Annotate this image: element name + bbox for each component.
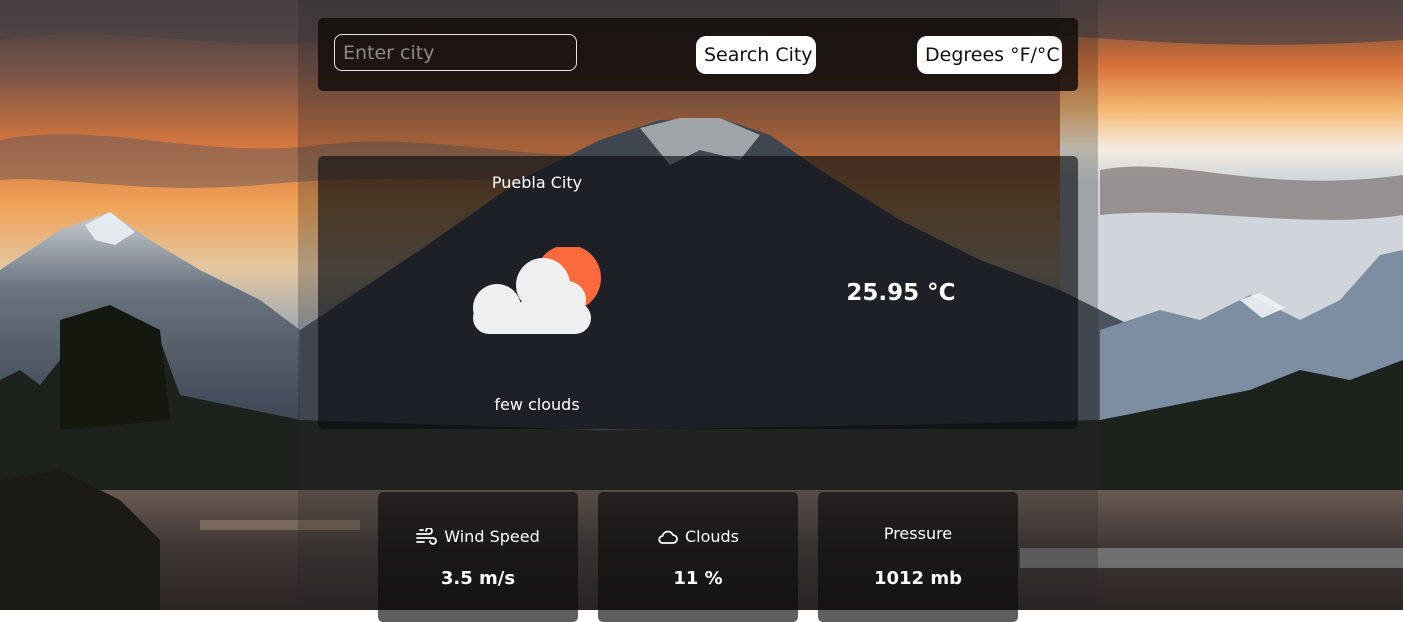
cloud-icon xyxy=(657,528,679,546)
current-weather-card: Puebla City few clouds 25.95 °C xyxy=(318,156,1078,429)
search-city-button[interactable]: Search City xyxy=(696,36,816,74)
city-name: Puebla City xyxy=(491,173,583,192)
few-clouds-icon xyxy=(470,245,602,337)
clouds-label-row: Clouds xyxy=(598,527,798,546)
clouds-label: Clouds xyxy=(684,527,740,546)
weather-description: few clouds xyxy=(494,395,580,414)
clouds-value: 11 % xyxy=(673,568,723,589)
pressure-label-row: Pressure xyxy=(818,524,1018,543)
search-bar: Search City Degrees °F/°C xyxy=(318,18,1078,91)
wind-speed-value: 3.5 m/s xyxy=(440,568,516,589)
pressure-value: 1012 mb xyxy=(873,568,962,589)
toggle-units-button[interactable]: Degrees °F/°C xyxy=(917,36,1062,74)
wind-speed-label-row: Wind Speed xyxy=(378,527,578,546)
wind-icon xyxy=(416,527,438,546)
clouds-card: Clouds 11 % xyxy=(598,492,798,622)
wind-speed-label: Wind Speed xyxy=(444,527,540,546)
wind-speed-card: Wind Speed 3.5 m/s xyxy=(378,492,578,622)
pressure-label: Pressure xyxy=(883,524,953,543)
pressure-card: Pressure 1012 mb xyxy=(818,492,1018,622)
temperature-value: 25.95 °C xyxy=(846,280,956,306)
city-search-input[interactable] xyxy=(334,34,577,71)
